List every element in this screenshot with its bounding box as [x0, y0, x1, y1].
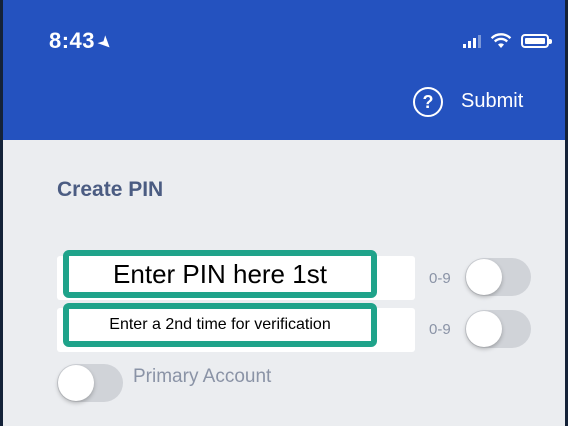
- create-pin-form: Create PIN Enter PIN here 1st Enter a 2n…: [3, 140, 565, 426]
- location-arrow-icon: ➤: [94, 32, 116, 54]
- status-time: 8:43➤: [49, 28, 116, 54]
- primary-account-toggle[interactable]: [57, 364, 123, 402]
- pin-first-hint: 0-9: [429, 270, 451, 287]
- primary-account-label: Primary Account: [133, 366, 272, 387]
- status-icons: [463, 32, 552, 50]
- signal-icon: [463, 34, 481, 48]
- toggle-knob: [466, 311, 502, 347]
- help-glyph: ?: [422, 91, 434, 112]
- pin-second-hint: 0-9: [429, 321, 451, 338]
- pin-second-callout: Enter a 2nd time for verification: [63, 303, 377, 347]
- battery-icon: [521, 34, 552, 48]
- toggle-knob: [58, 365, 94, 401]
- page-title: Create PIN: [57, 178, 164, 201]
- pin-second-visibility-toggle[interactable]: [465, 310, 531, 348]
- submit-button[interactable]: Submit: [461, 90, 523, 113]
- time-text: 8:43: [49, 28, 96, 53]
- wifi-icon: [490, 33, 512, 48]
- pin-first-callout: Enter PIN here 1st: [63, 250, 377, 298]
- toggle-knob: [466, 259, 502, 295]
- app-header: 8:43➤ ? Submit: [3, 0, 565, 140]
- help-icon[interactable]: ?: [413, 87, 443, 117]
- pin-first-visibility-toggle[interactable]: [465, 258, 531, 296]
